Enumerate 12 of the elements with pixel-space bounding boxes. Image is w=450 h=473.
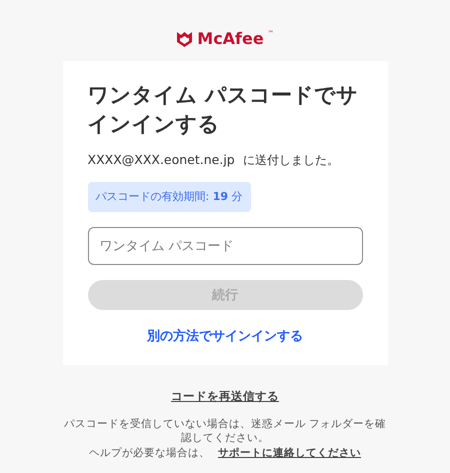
passcode-field[interactable]: ワンタイム パスコード (88, 227, 362, 266)
email-address: XXXX@XXX.eonet.ne.jp (88, 151, 235, 169)
expiry-badge: パスコードの有効期間: 19 分 (88, 182, 251, 212)
help-text: パスコードを受信していない場合は、迷惑メール フォルダーを確認してください。 (62, 417, 388, 445)
alt-signin-link[interactable]: 別の方法でサインインする (88, 327, 362, 347)
shield-logo-icon (176, 30, 194, 48)
logo-text: McAfee (197, 30, 264, 48)
support-link[interactable]: サポートに連絡してください (218, 446, 361, 460)
resend-link[interactable]: コードを再送信する (171, 388, 279, 405)
help-prefix-text: ヘルプが必要な場合は、 (89, 446, 210, 460)
page-title: ワンタイム パスコードでサインインする (88, 82, 359, 138)
sent-text: に送付しました。 (242, 152, 339, 169)
